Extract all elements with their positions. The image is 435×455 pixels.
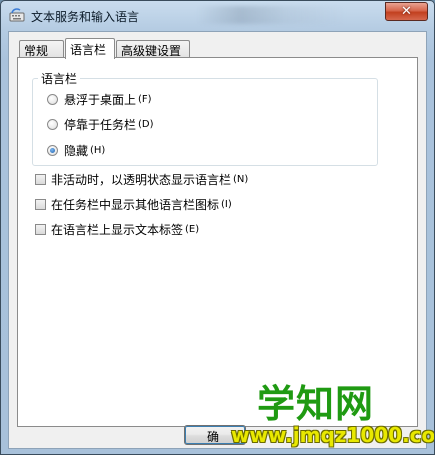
tab-language-bar[interactable]: 语言栏 (65, 38, 115, 59)
checkbox[interactable] (35, 174, 46, 185)
site-watermark: 学知网 www.jmqz1000.com (229, 373, 434, 453)
close-button[interactable]: ✕ (385, 2, 428, 21)
window-title: 文本服务和输入语言 (31, 10, 140, 24)
group-title: 语言栏 (38, 70, 81, 87)
radio-hotkey: (F) (138, 94, 152, 105)
tab-panel-language-bar: 语言栏 悬浮于桌面上 (F) 停靠于任务栏 (D) 隐藏 (H) 非活动时，以透… (17, 57, 418, 427)
checkbox-hotkey: (N) (233, 174, 249, 185)
checkbox-transparent-when-inactive[interactable]: 非活动时，以透明状态显示语言栏 (N) (35, 171, 248, 188)
radio-label: 隐藏 (64, 144, 89, 158)
watermark-url: www.jmqz1000.com (231, 423, 435, 447)
radio-dock-in-taskbar[interactable]: 停靠于任务栏 (D) (47, 116, 154, 133)
keyboard-icon (9, 8, 25, 22)
title-bar[interactable]: 文本服务和输入语言 ✕ (1, 1, 434, 31)
close-icon: ✕ (401, 4, 412, 19)
radio-hotkey: (H) (90, 145, 106, 156)
checkbox-show-additional-icons[interactable]: 在任务栏中显示其他语言栏图标 (I) (35, 196, 232, 213)
tab-general[interactable]: 常规 (19, 40, 64, 58)
checkbox[interactable] (35, 224, 46, 235)
radio-hotkey: (D) (138, 119, 154, 130)
tab-advanced-key-settings[interactable]: 高级键设置 (116, 40, 190, 58)
checkbox-label: 非活动时，以透明状态显示语言栏 (51, 173, 232, 187)
dialog-window: 文本服务和输入语言 ✕ 常规 语言栏 高级键设置 语言栏 悬浮于桌面上 (F) … (0, 0, 435, 455)
radio-hidden[interactable]: 隐藏 (H) (47, 142, 105, 159)
radio-label: 悬浮于桌面上 (64, 93, 137, 107)
radio-button[interactable] (47, 119, 58, 130)
radio-button[interactable] (47, 94, 58, 105)
checkbox-hotkey: (E) (185, 224, 200, 235)
checkbox-label: 在任务栏中显示其他语言栏图标 (51, 198, 220, 212)
radio-button-selected[interactable] (47, 145, 58, 156)
language-bar-groupbox: 语言栏 悬浮于桌面上 (F) 停靠于任务栏 (D) 隐藏 (H) (32, 70, 378, 166)
checkbox-hotkey: (I) (221, 199, 232, 210)
radio-label: 停靠于任务栏 (64, 118, 137, 132)
checkbox-label: 在语言栏上显示文本标签 (51, 223, 184, 237)
title-bar-blur (196, 6, 346, 24)
radio-float-on-desktop[interactable]: 悬浮于桌面上 (F) (47, 91, 152, 108)
checkbox[interactable] (35, 199, 46, 210)
watermark-title: 学知网 (257, 382, 375, 426)
checkbox-show-text-labels[interactable]: 在语言栏上显示文本标签 (E) (35, 221, 199, 238)
